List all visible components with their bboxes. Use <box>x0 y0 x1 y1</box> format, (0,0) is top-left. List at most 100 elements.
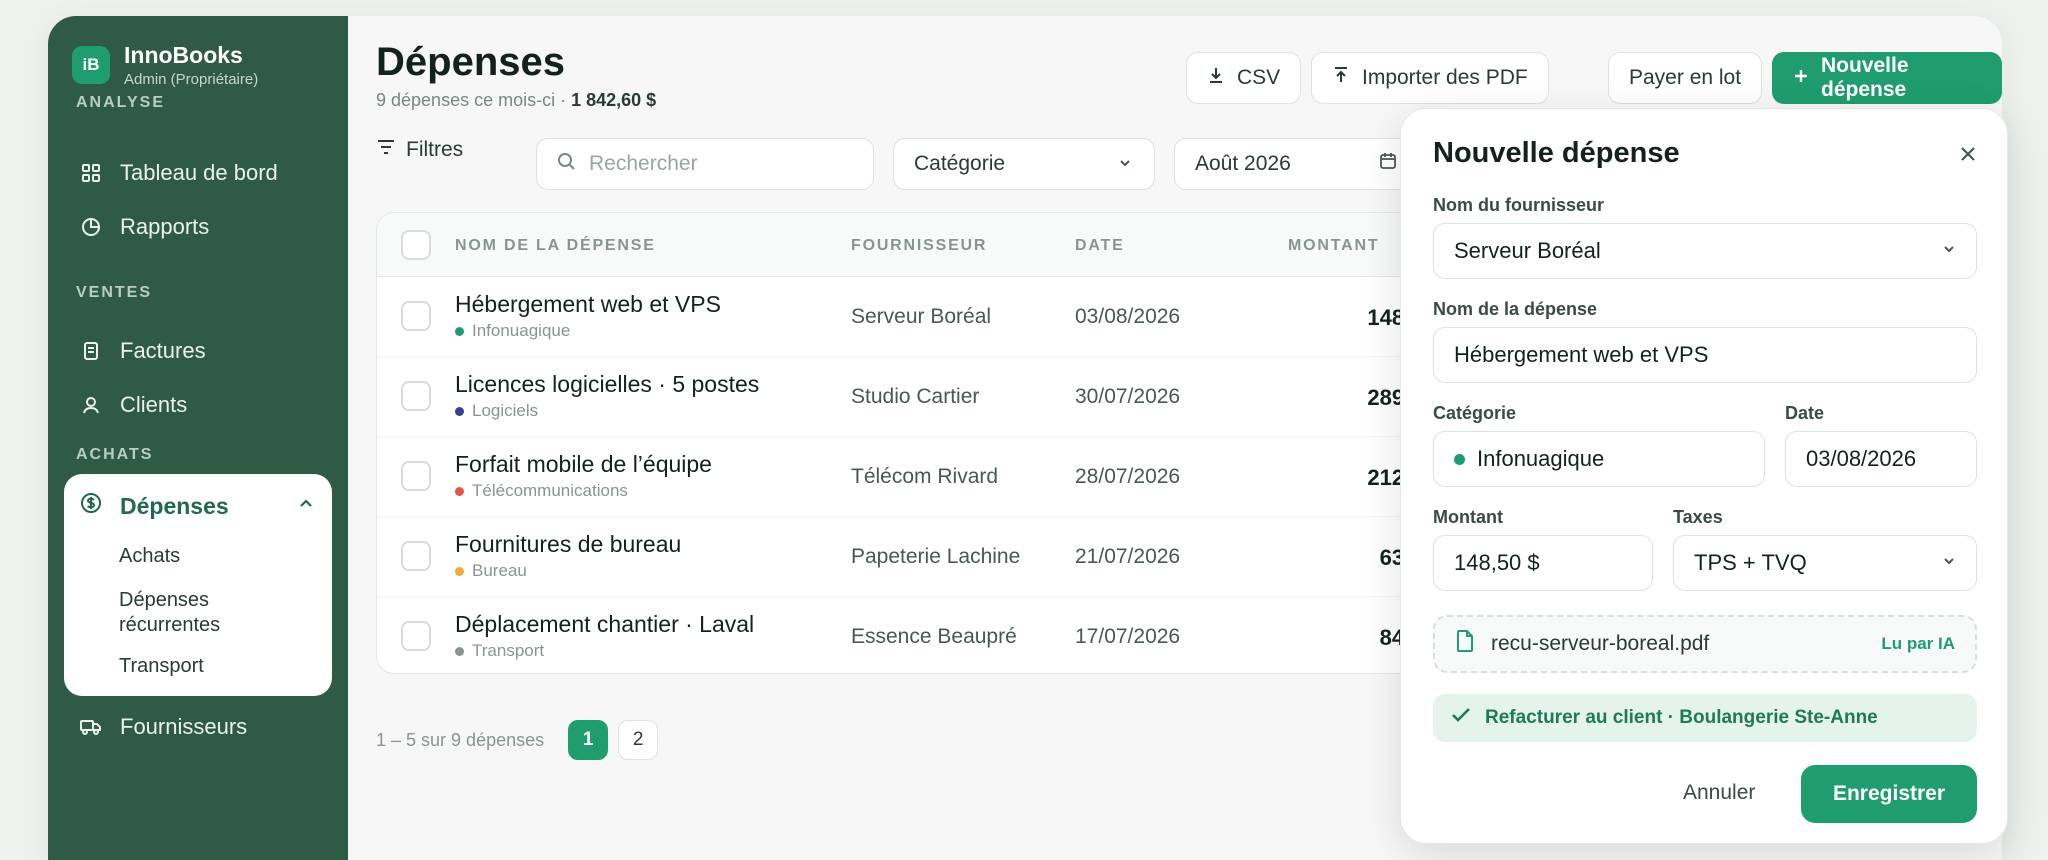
page-button-1[interactable]: 1 <box>568 720 609 760</box>
new-expense-panel: Nouvelle dépense Nom du fournisseur Serv… <box>1400 108 2008 844</box>
month-select-value: Août 2026 <box>1195 152 1291 175</box>
category-label: Télécommunications <box>472 481 628 500</box>
batch-button-label: Payer en lot <box>1629 66 1742 89</box>
sidebar-subitem-purchases[interactable]: Achats <box>119 544 180 569</box>
page-button-2[interactable]: 2 <box>618 720 659 760</box>
expense-supplier: Serveur Boréal <box>851 305 992 328</box>
sidebar-item-label: Rapports <box>120 214 210 239</box>
attachment-dropzone[interactable]: recu-serveur-boreal.pdf Lu par IA <box>1433 615 1977 673</box>
row-checkbox[interactable] <box>401 461 431 491</box>
sidebar-item-suppliers[interactable]: Fournisseurs <box>80 714 247 740</box>
expense-category: Transport <box>455 641 544 661</box>
close-icon[interactable] <box>1959 139 1977 170</box>
expense-count: 9 dépenses ce mois-ci · <box>376 90 572 110</box>
date-label: Date <box>1785 403 1825 423</box>
select-all-checkbox[interactable] <box>401 230 431 260</box>
table-row[interactable]: Hébergement web et VPS Infonuagique Serv… <box>377 277 1475 357</box>
panel-title: Nouvelle dépense <box>1433 137 1680 169</box>
batch-pay-button[interactable]: Payer en lot <box>1608 52 1763 104</box>
sidebar-group-expenses: Dépenses Achats Dépenses récurrentes Tra… <box>64 474 332 696</box>
sidebar-item-expenses[interactable]: Dépenses <box>80 492 229 520</box>
expense-name: Déplacement chantier · Laval <box>455 611 755 637</box>
category-label: Infonuagique <box>472 321 571 340</box>
column-header-name[interactable]: NOM DE LA DÉPENSE <box>455 237 656 255</box>
row-checkbox[interactable] <box>401 381 431 411</box>
expense-category: Bureau <box>455 561 527 581</box>
sidebar-item-label: Factures <box>120 338 206 363</box>
user-icon <box>80 394 102 416</box>
file-icon <box>1455 630 1475 658</box>
sidebar: iB InnoBooks Admin (Propriétaire) ANALYS… <box>48 16 348 860</box>
rebill-toggle[interactable]: Refacturer au client · Boulangerie Ste-A… <box>1433 694 1977 742</box>
table-row[interactable]: Déplacement chantier · Laval Transport E… <box>377 597 1475 673</box>
date-value: 03/08/2026 <box>1806 446 1917 471</box>
supplier-select[interactable]: Serveur Boréal <box>1433 223 1977 279</box>
section-label-achats: ACHATS <box>76 446 154 463</box>
brand-name: InnoBooks <box>124 42 243 68</box>
truck-icon <box>80 716 102 738</box>
upload-icon <box>1332 66 1350 90</box>
tax-label: Taxes <box>1673 507 1723 527</box>
import-button-label: Importer des PDF <box>1362 66 1528 89</box>
sidebar-item-dashboard[interactable]: Tableau de bord <box>80 160 278 186</box>
chevron-down-icon <box>1942 242 1956 261</box>
tax-value: TPS + TVQ <box>1694 550 1807 575</box>
new-expense-button[interactable]: Nouvelle dépense <box>1772 52 2002 104</box>
table-row[interactable]: Licences logicielles · 5 postes Logiciel… <box>377 357 1475 437</box>
expense-category: Logiciels <box>455 401 538 421</box>
column-header-supplier[interactable]: FOURNISSEUR <box>851 237 987 255</box>
chevron-down-icon <box>1118 152 1132 176</box>
sidebar-item-reports[interactable]: Rapports <box>80 214 209 240</box>
chevron-up-icon[interactable] <box>298 496 314 517</box>
ai-read-badge: Lu par IA <box>1881 634 1955 653</box>
expense-supplier: Papeterie Lachine <box>851 545 1021 568</box>
row-checkbox[interactable] <box>401 541 431 571</box>
cancel-button[interactable]: Annuler <box>1683 781 1755 805</box>
search-input[interactable]: Rechercher <box>536 138 874 190</box>
category-value: Infonuagique <box>1477 446 1605 471</box>
expense-total: 1 842,60 $ <box>571 90 657 110</box>
table-row[interactable]: Fournitures de bureau Bureau Papeterie L… <box>377 517 1475 597</box>
category-field[interactable]: Infonuagique <box>1433 431 1765 487</box>
category-label: Catégorie <box>1433 403 1517 423</box>
expense-name-field[interactable]: Hébergement web et VPS <box>1433 327 1977 383</box>
filters-label: Filtres <box>406 138 464 161</box>
sidebar-subitem-recurring[interactable]: Dépenses récurrentes <box>119 588 249 638</box>
category-dot <box>455 486 464 496</box>
search-icon <box>557 152 575 176</box>
import-pdf-button[interactable]: Importer des PDF <box>1311 52 1549 104</box>
expense-category: Télécommunications <box>455 481 628 501</box>
expense-name-label: Nom de la dépense <box>1433 299 1598 319</box>
date-field[interactable]: 03/08/2026 <box>1785 431 1977 487</box>
column-header-amount[interactable]: MONTANT <box>1288 237 1379 255</box>
sidebar-item-invoices[interactable]: Factures <box>80 338 206 364</box>
attachment-filename: recu-serveur-boreal.pdf <box>1491 632 1710 655</box>
filters-button[interactable]: Filtres <box>376 138 463 162</box>
chart-icon <box>80 216 102 238</box>
category-dot <box>455 326 464 336</box>
new-expense-label: Nouvelle dépense <box>1821 54 1909 101</box>
amount-label: Montant <box>1433 507 1503 527</box>
row-checkbox[interactable] <box>401 301 431 331</box>
section-label-analyse: ANALYSE <box>76 94 165 111</box>
sidebar-item-label: Dépenses <box>120 492 229 519</box>
save-button[interactable]: Enregistrer <box>1801 765 1977 823</box>
column-header-date[interactable]: DATE <box>1075 237 1125 255</box>
calendar-icon <box>1379 152 1397 176</box>
sidebar-subitem-transport[interactable]: Transport <box>119 654 204 679</box>
invoice-icon <box>80 340 102 362</box>
sidebar-item-clients[interactable]: Clients <box>80 392 187 418</box>
category-select[interactable]: Catégorie <box>893 138 1155 190</box>
amount-field[interactable]: 148,50 $ <box>1433 535 1653 591</box>
table-row[interactable]: Forfait mobile de l’équipe Télécommunica… <box>377 437 1475 517</box>
expense-name: Licences logicielles · 5 postes <box>455 371 760 397</box>
category-label: Transport <box>472 641 545 660</box>
check-icon <box>1451 706 1471 730</box>
tax-select[interactable]: TPS + TVQ <box>1673 535 1977 591</box>
expense-date: 03/08/2026 <box>1075 305 1181 328</box>
row-checkbox[interactable] <box>401 621 431 651</box>
category-label: Logiciels <box>472 401 539 420</box>
month-select[interactable]: Août 2026 <box>1174 138 1420 190</box>
download-icon <box>1207 66 1225 90</box>
csv-button[interactable]: CSV <box>1186 52 1302 104</box>
